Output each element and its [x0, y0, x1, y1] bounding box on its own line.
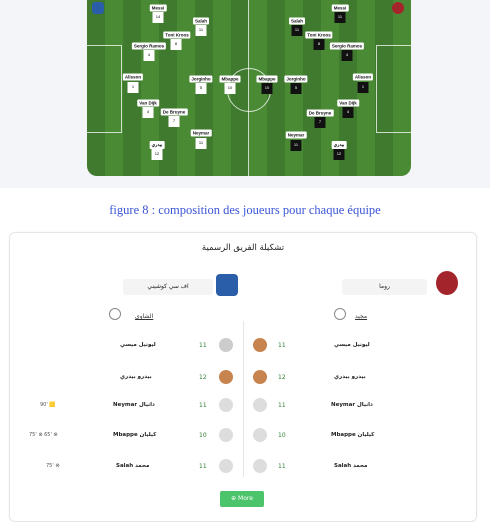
- team-left-name: اف سي كوشيني: [123, 279, 213, 295]
- player-name: Mbappe كيليان: [331, 432, 375, 438]
- shirt-icon: 11: [291, 25, 303, 36]
- player-number: 11: [199, 402, 207, 409]
- shirt-icon: 1: [357, 82, 369, 93]
- shirt-icon: 14: [152, 12, 164, 23]
- shirt-icon: 7: [314, 117, 326, 128]
- section-right-coach: مجيد: [355, 313, 368, 320]
- player-number: 11: [199, 463, 207, 470]
- player-card: Mbappe: [256, 75, 278, 83]
- player-card: Jorginho: [284, 75, 308, 83]
- shirt-icon: 5: [290, 83, 302, 94]
- player-card: بيدري: [149, 141, 165, 149]
- shirt-icon: 4: [142, 107, 154, 118]
- table-row: ليونيل ميسي 11 11 ليونيل ميسي: [10, 336, 476, 356]
- player-card: Salah: [288, 17, 306, 25]
- player-name: بيدرو بيدري: [120, 374, 152, 380]
- more-button[interactable]: ⊕ More: [220, 491, 264, 507]
- player-number: 11: [199, 342, 207, 349]
- avatar: [219, 398, 233, 412]
- shirt-icon: 7: [168, 116, 180, 127]
- player-number: 10: [278, 432, 286, 439]
- event-timestamp: 75' ⊗: [46, 463, 60, 469]
- player-card: Sergio Ramos: [131, 42, 167, 50]
- player-number: 11: [278, 463, 286, 470]
- avatar: [253, 338, 267, 352]
- player-card: Mbappe: [219, 75, 241, 83]
- player-card: Messi: [149, 4, 167, 12]
- avatar: [253, 398, 267, 412]
- shirt-icon: 11: [195, 25, 207, 36]
- player-card: Sergio Ramos: [329, 42, 365, 50]
- shirt-icon: 4: [341, 50, 353, 61]
- team-right-name: روما: [342, 279, 427, 295]
- avatar: [253, 459, 267, 473]
- shirt-icon: 10: [224, 83, 236, 94]
- player-card: Neymar: [285, 131, 307, 139]
- football-pitch: Messi Salah Toni Kroos Sergio Ramos Alis…: [87, 0, 411, 176]
- player-name: Neymar دانيال: [331, 402, 373, 408]
- team-left-logo-icon: [216, 274, 238, 296]
- player-name: Mbappe كيليان: [113, 432, 157, 438]
- player-card: Alisson: [352, 73, 374, 81]
- player-name: Salah محمد: [116, 463, 150, 469]
- player-card: Van Dijk: [137, 99, 159, 107]
- player-number: 12: [278, 374, 286, 381]
- player-number: 11: [278, 402, 286, 409]
- player-card: Neymar: [190, 129, 212, 137]
- table-row: 90' 🟨 Neymar دانيال 11 11 Neymar دانيال: [10, 396, 476, 416]
- figure-caption: figure 8 : composition des joueurs pour …: [109, 203, 381, 217]
- player-card: De Bruyne: [160, 108, 188, 116]
- shirt-icon: 12: [333, 149, 345, 160]
- shirt-icon: 1: [127, 82, 139, 93]
- player-card: Jorginho: [189, 75, 213, 83]
- team-left-logo-icon: [92, 2, 104, 14]
- player-card: Messi: [331, 4, 349, 12]
- avatar: [219, 370, 233, 384]
- section-left-coach: الشاوي: [135, 313, 154, 320]
- coach-icon: [334, 308, 346, 320]
- player-card: Van Dijk: [337, 99, 359, 107]
- player-number: 11: [278, 342, 286, 349]
- avatar: [219, 338, 233, 352]
- shirt-icon: 4: [342, 107, 354, 118]
- shirt-icon: 12: [151, 149, 163, 160]
- shirt-icon: 11: [195, 138, 207, 149]
- player-name: Salah محمد: [334, 463, 368, 469]
- team-right-logo-icon: [436, 271, 458, 295]
- player-name: ليونيل ميسي: [334, 342, 370, 348]
- event-timestamp: 90' 🟨: [40, 402, 56, 408]
- player-number: 12: [199, 374, 207, 381]
- player-number: 10: [199, 432, 207, 439]
- shirt-icon: 5: [195, 83, 207, 94]
- shirt-icon: 10: [261, 83, 273, 94]
- avatar: [253, 428, 267, 442]
- avatar: [219, 428, 233, 442]
- lineup-panel: تشكيلة الفريق الرسمية اف سي كوشيني روما …: [9, 232, 477, 522]
- player-card: بيدري: [331, 141, 347, 149]
- shirt-icon: 8: [313, 39, 325, 50]
- avatar: [253, 370, 267, 384]
- shirt-icon: 11: [290, 140, 302, 151]
- shirt-icon: 4: [143, 50, 155, 61]
- event-timestamp: 75' ⊗ 65' ⊗: [29, 432, 58, 438]
- panel-title: تشكيلة الفريق الرسمية: [201, 243, 285, 253]
- player-card: Salah: [192, 17, 210, 25]
- shirt-icon: 8: [170, 39, 182, 50]
- player-name: Neymar دانيال: [113, 402, 155, 408]
- avatar: [219, 459, 233, 473]
- player-card: De Bruyne: [306, 109, 334, 117]
- player-name: ليونيل ميسي: [120, 342, 156, 348]
- player-card: Toni Kroos: [305, 31, 333, 39]
- table-row: 75' ⊗ Salah محمد 11 11 Salah محمد: [10, 457, 476, 477]
- player-name: بيدرو بيدري: [334, 374, 366, 380]
- team-right-logo-icon: [392, 2, 404, 14]
- coach-icon: [109, 308, 121, 320]
- shirt-icon: 11: [334, 12, 346, 23]
- player-card: Toni Kroos: [163, 31, 191, 39]
- table-row: 75' ⊗ 65' ⊗ Mbappe كيليان 10 10 Mbappe ك…: [10, 426, 476, 446]
- player-card: Alisson: [122, 73, 144, 81]
- table-row: بيدرو بيدري 12 12 بيدرو بيدري: [10, 368, 476, 388]
- pitch-container: Messi Salah Toni Kroos Sergio Ramos Alis…: [0, 0, 490, 188]
